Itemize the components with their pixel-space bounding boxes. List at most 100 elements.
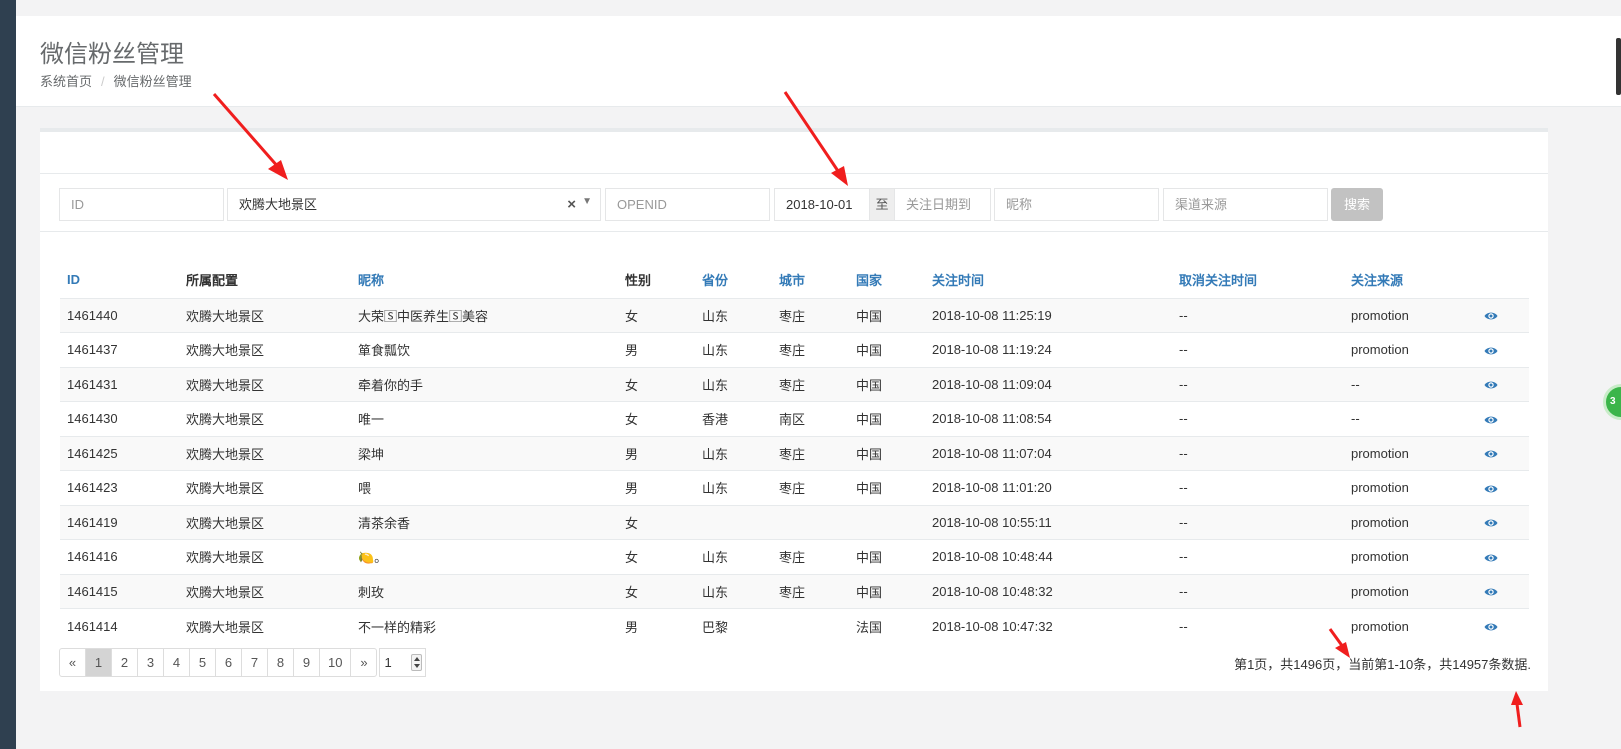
- cell-unfollow-time: --: [1172, 435, 1344, 471]
- cell-id: 1461414: [60, 608, 179, 643]
- eye-icon[interactable]: [1484, 553, 1498, 563]
- column-header-province[interactable]: 省份: [695, 262, 772, 299]
- cell-follow-time: 2018-10-08 10:48:44: [925, 539, 1172, 574]
- column-header-nickname[interactable]: 昵称: [351, 262, 618, 299]
- pagination-page-5[interactable]: 5: [189, 648, 216, 677]
- channel-input[interactable]: 渠道来源: [1163, 188, 1328, 221]
- pagination-page-3[interactable]: 3: [137, 648, 164, 677]
- stepper-icon[interactable]: [411, 654, 423, 671]
- cell-nickname: 箪食瓢饮: [351, 332, 618, 367]
- pagination-page-1[interactable]: 1: [85, 648, 112, 677]
- cell-province: 山东: [695, 366, 772, 402]
- panel-title-area: [40, 132, 1548, 174]
- cell-nickname: 喂: [351, 470, 618, 505]
- cell-city: [772, 504, 849, 540]
- table-row: 1461425 欢腾大地景区 梁坤男山东 枣庄 中国 2018-10-08 11:07:0…: [60, 435, 1529, 471]
- scroll-handle[interactable]: [1616, 38, 1621, 95]
- cell-city: 枣庄: [772, 297, 849, 333]
- column-header-country[interactable]: 国家: [849, 262, 925, 299]
- column-header-city[interactable]: 城市: [772, 262, 849, 299]
- pagination-prev-button[interactable]: «: [59, 648, 86, 677]
- pagination-page-6[interactable]: 6: [215, 648, 242, 677]
- cell-follow-time: 2018-10-08 11:09:04: [925, 366, 1172, 402]
- page-jump-value: 1: [384, 655, 392, 670]
- table-row: 1461423 欢腾大地景区喂男山东 枣庄 中国 2018-10-08 11:01:20…: [60, 470, 1529, 505]
- cell-gender: 女: [618, 573, 695, 609]
- cell-city: [772, 608, 849, 643]
- cell-actions: [1477, 401, 1529, 436]
- eye-icon[interactable]: [1484, 449, 1498, 459]
- pagination-page-2[interactable]: 2: [111, 648, 138, 677]
- column-header-follow-time[interactable]: 关注时间: [925, 262, 1172, 299]
- date-to-input[interactable]: 关注日期到: [894, 188, 991, 221]
- cell-gender: 女: [618, 401, 695, 436]
- cell-country: 法国: [849, 608, 925, 643]
- eye-icon[interactable]: [1484, 380, 1498, 390]
- openid-input[interactable]: OPENID: [605, 188, 770, 221]
- eye-icon[interactable]: [1484, 622, 1498, 632]
- cell-province: 山东: [695, 470, 772, 505]
- cell-gender: 男: [618, 470, 695, 505]
- breadcrumb: 系统首页 / 微信粉丝管理: [40, 71, 192, 90]
- column-header-source[interactable]: 关注来源: [1344, 262, 1477, 299]
- page-heading: 微信粉丝管理 系统首页 / 微信粉丝管理: [16, 16, 1621, 107]
- fans-panel: ID 欢腾大地景区 × ▼ OPENID 2018-10-01 至 关注日期到 …: [40, 128, 1548, 691]
- date-from-input[interactable]: 2018-10-01: [774, 188, 870, 221]
- cell-country: 中国: [849, 401, 925, 436]
- cell-gender: 男: [618, 435, 695, 471]
- cell-country: 中国: [849, 470, 925, 505]
- cell-country: 中国: [849, 297, 925, 333]
- cell-source: promotion: [1344, 504, 1477, 540]
- pagination-page-4[interactable]: 4: [163, 648, 190, 677]
- cell-id: 1461440: [60, 297, 179, 333]
- eye-icon[interactable]: [1484, 346, 1498, 356]
- cell-unfollow-time: --: [1172, 504, 1344, 540]
- cell-nickname: 🍋。: [351, 539, 618, 574]
- id-input[interactable]: ID: [59, 188, 224, 221]
- cell-nickname: 大荣🅂中医养生🅂美容: [351, 297, 618, 333]
- cell-unfollow-time: --: [1172, 573, 1344, 609]
- cell-source: promotion: [1344, 608, 1477, 643]
- cell-actions: [1477, 608, 1529, 643]
- pagination-info: 第1页，共1496页，当前第1-10条，共14957条数据.: [1234, 657, 1531, 672]
- column-header-id[interactable]: ID: [60, 262, 179, 299]
- cell-id: 1461437: [60, 332, 179, 367]
- cell-nickname: 刺玫: [351, 573, 618, 609]
- pagination-page-8[interactable]: 8: [267, 648, 294, 677]
- floating-badge[interactable]: 3: [1603, 384, 1621, 420]
- cell-country: 中国: [849, 366, 925, 402]
- cell-actions: [1477, 297, 1529, 333]
- cell-province: 香港: [695, 401, 772, 436]
- cell-id: 1461430: [60, 401, 179, 436]
- table-row: 1461416 欢腾大地景区 🍋。女山东 枣庄 中国 2018-10-08 10:48:4…: [60, 539, 1529, 574]
- page-jump-input[interactable]: 1: [379, 648, 427, 677]
- cell-id: 1461431: [60, 366, 179, 402]
- eye-icon[interactable]: [1484, 587, 1498, 597]
- cell-nickname: 唯一: [351, 401, 618, 436]
- pagination-page-7[interactable]: 7: [241, 648, 268, 677]
- clear-icon[interactable]: ×: [567, 189, 576, 220]
- column-header-unfollow-time[interactable]: 取消关注时间: [1172, 262, 1344, 299]
- pagination-next-button[interactable]: »: [350, 648, 378, 677]
- eye-icon[interactable]: [1484, 518, 1498, 528]
- eye-icon[interactable]: [1484, 311, 1498, 321]
- cell-source: promotion: [1344, 297, 1477, 333]
- nickname-input[interactable]: 昵称: [994, 188, 1159, 221]
- cell-follow-time: 2018-10-08 11:25:19: [925, 297, 1172, 333]
- cell-follow-time: 2018-10-08 11:19:24: [925, 332, 1172, 367]
- cell-config: 欢腾大地景区: [179, 504, 351, 540]
- cell-unfollow-time: --: [1172, 539, 1344, 574]
- pagination-page-9[interactable]: 9: [293, 648, 320, 677]
- cell-source: promotion: [1344, 332, 1477, 367]
- cell-id: 1461416: [60, 539, 179, 574]
- table-header-row: ID 所属配置 昵称 性别 省份 城市 国家 关注时间 取消关注时间 关注来源: [60, 262, 1529, 299]
- config-select[interactable]: 欢腾大地景区 × ▼: [227, 188, 601, 221]
- cell-province: 山东: [695, 297, 772, 333]
- breadcrumb-home[interactable]: 系统首页: [40, 74, 92, 89]
- pagination-page-10[interactable]: 10: [319, 648, 352, 677]
- search-button[interactable]: 搜索: [1331, 188, 1383, 221]
- chevron-down-icon[interactable]: ▼: [582, 186, 592, 217]
- eye-icon[interactable]: [1484, 484, 1498, 494]
- cell-country: 中国: [849, 332, 925, 367]
- eye-icon[interactable]: [1484, 415, 1498, 425]
